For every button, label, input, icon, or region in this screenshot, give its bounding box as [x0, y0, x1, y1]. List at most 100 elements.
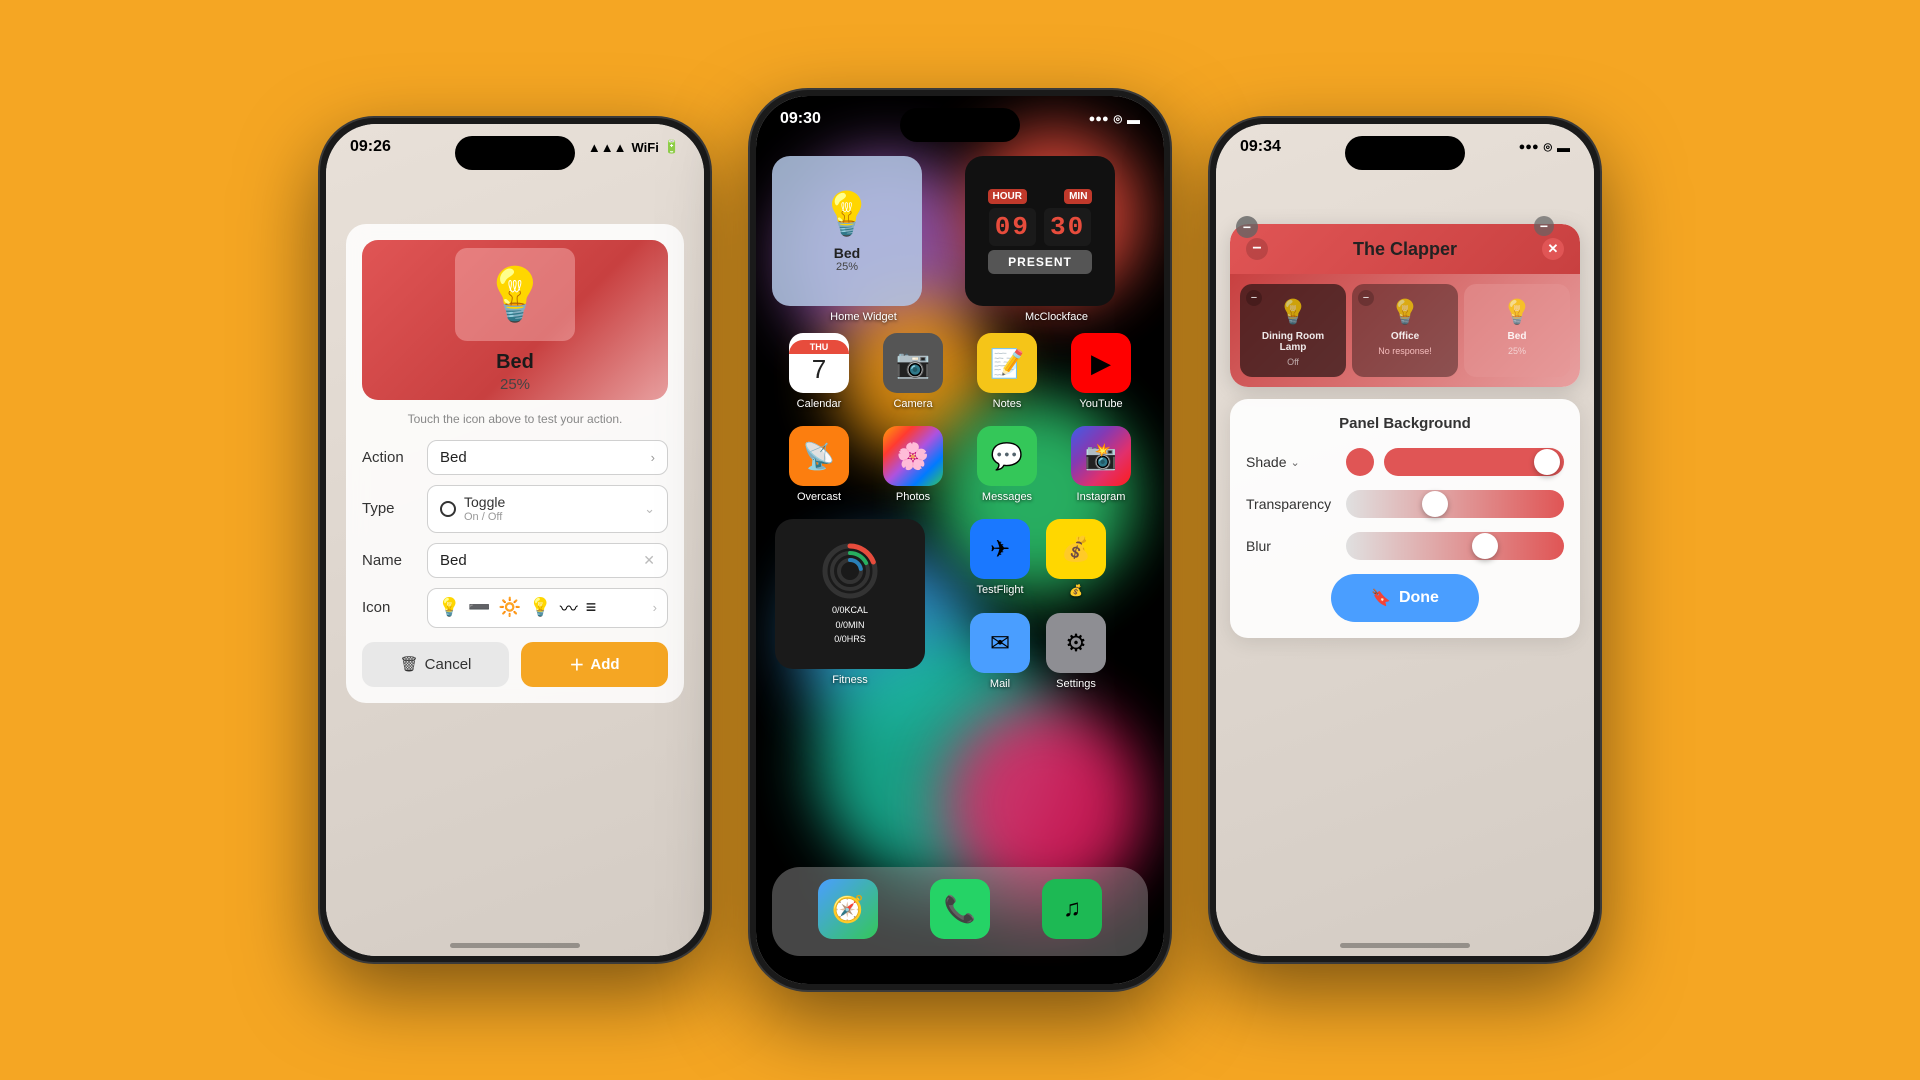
- status-time-1: 09:26: [350, 138, 391, 156]
- icon-bulb-yellow[interactable]: 💡: [438, 597, 460, 618]
- shade-thumb[interactable]: [1534, 449, 1560, 475]
- clock-widget[interactable]: HOUR MIN 09 30 PRESENT McClockface: [965, 156, 1148, 323]
- light-widget-preview[interactable]: 💡 Bed 25%: [362, 240, 668, 400]
- dock-spotify[interactable]: ♫: [1036, 879, 1108, 944]
- calendar-label: Calendar: [797, 398, 842, 410]
- dock-safari[interactable]: 🧭: [812, 879, 884, 944]
- type-row: Type Toggle On / Off ⌄: [362, 485, 668, 533]
- bed-bulb: 💡: [1502, 298, 1532, 327]
- clapper-header-minus[interactable]: −: [1246, 238, 1268, 260]
- app-overcast[interactable]: 📡 Overcast: [783, 426, 855, 503]
- clapper-header: − The Clapper ✕: [1230, 224, 1580, 274]
- icon-minus[interactable]: ➖: [468, 597, 490, 618]
- trash-icon: 🗑: [400, 655, 419, 673]
- name-row: Name Bed ✕: [362, 543, 668, 578]
- dining-bulb: 💡: [1278, 298, 1308, 327]
- add-button[interactable]: ＋ Add: [521, 642, 668, 687]
- icon-bulb-on[interactable]: 💡: [529, 597, 551, 618]
- light-minus-dining[interactable]: −: [1246, 290, 1262, 306]
- blur-label: Blur: [1246, 538, 1336, 554]
- clapper-lights: − 💡 Dining Room Lamp Off − 💡 Office No r…: [1230, 274, 1580, 387]
- clock-labels: HOUR MIN: [975, 189, 1105, 204]
- clapper-close-button[interactable]: ✕: [1542, 238, 1564, 260]
- blur-thumb[interactable]: [1472, 533, 1498, 559]
- money-label: 💰: [1069, 584, 1083, 597]
- type-input[interactable]: Toggle On / Off ⌄: [427, 485, 668, 533]
- cancel-button[interactable]: 🗑 Cancel: [362, 642, 509, 687]
- app-notes[interactable]: 📝 Notes: [971, 333, 1043, 410]
- outer-minus-top[interactable]: −: [1534, 216, 1554, 236]
- action-chevron: ›: [651, 450, 655, 465]
- plus-icon: ＋: [569, 654, 584, 675]
- dynamic-island-3: [1345, 136, 1465, 170]
- min-display: 30: [1044, 208, 1091, 246]
- home-widget-bulb: 💡: [821, 190, 873, 239]
- app-fitness[interactable]: 0/0KCAL0/0MIN0/0HRS Fitness: [814, 519, 886, 686]
- wifi-icon: WiFi: [631, 140, 658, 155]
- clapper-title: The Clapper: [1268, 239, 1542, 260]
- app-mail[interactable]: ✉ Mail: [970, 613, 1030, 690]
- done-button[interactable]: 🔖 Done: [1331, 574, 1479, 622]
- app-calendar[interactable]: THU 7 Calendar: [783, 333, 855, 410]
- transparency-thumb[interactable]: [1422, 491, 1448, 517]
- shade-slider[interactable]: [1384, 448, 1564, 476]
- app-settings[interactable]: ⚙ Settings: [1046, 613, 1106, 690]
- app-youtube[interactable]: ▶ YouTube: [1065, 333, 1137, 410]
- clapper-panel: − The Clapper ✕ − 💡 Dining Room Lamp Off: [1230, 224, 1580, 387]
- overcast-label: Overcast: [797, 491, 841, 503]
- dock-whatsapp[interactable]: 📞: [924, 879, 996, 944]
- office-bulb: 💡: [1390, 298, 1420, 327]
- fitness-icon: 0/0KCAL0/0MIN0/0HRS: [775, 519, 925, 669]
- light-card-office[interactable]: − 💡 Office No response!: [1352, 284, 1458, 377]
- home-widget-label: Home Widget: [772, 311, 955, 323]
- name-input[interactable]: Bed ✕: [427, 543, 668, 578]
- transparency-slider[interactable]: [1346, 490, 1564, 518]
- bulb-icon: 💡: [483, 264, 548, 325]
- fitness-stats: 0/0KCAL0/0MIN0/0HRS: [832, 603, 868, 646]
- min-badge: MIN: [1064, 189, 1092, 204]
- shade-label: Shade ⌄: [1246, 454, 1336, 470]
- app-testflight[interactable]: ✈ TestFlight: [970, 519, 1030, 597]
- battery-icon-2: ▬: [1127, 112, 1140, 127]
- home-widget-name: Bed: [834, 245, 860, 261]
- settings-icon: ⚙: [1046, 613, 1106, 673]
- whatsapp-icon: 📞: [930, 879, 990, 939]
- light-card-bed[interactable]: 💡 Bed 25%: [1464, 284, 1570, 377]
- icon-bulb-outline[interactable]: 🔆: [499, 597, 521, 618]
- app-money[interactable]: 💰 💰: [1046, 519, 1106, 597]
- app-messages[interactable]: 💬 Messages: [971, 426, 1043, 503]
- blur-slider[interactable]: [1346, 532, 1564, 560]
- home-widget[interactable]: 💡 Bed 25% Home Widget: [772, 156, 955, 323]
- add-label: Add: [590, 656, 619, 673]
- calendar-icon: THU 7: [789, 333, 849, 393]
- done-icon: 🔖: [1371, 588, 1391, 608]
- icon-selector[interactable]: 💡 ➖ 🔆 💡 〰 ≡ ›: [427, 588, 668, 628]
- icon-lines[interactable]: ≡: [586, 597, 597, 618]
- bed-brightness: 25%: [1508, 346, 1526, 356]
- light-minus-office[interactable]: −: [1358, 290, 1374, 306]
- icon-wave[interactable]: 〰: [560, 595, 578, 621]
- action-input[interactable]: Bed ›: [427, 440, 668, 475]
- notes-label: Notes: [993, 398, 1022, 410]
- signal-icon-2: ●●●: [1089, 113, 1109, 125]
- app-camera[interactable]: 📷 Camera: [877, 333, 949, 410]
- phone-1: 09:26 ▲▲▲ WiFi 🔋 💡 Bed 25% Touch the ico…: [320, 118, 710, 962]
- toggle-sub: On / Off: [464, 511, 505, 524]
- transparency-row: Transparency: [1246, 490, 1564, 518]
- name-clear[interactable]: ✕: [643, 552, 655, 569]
- instagram-icon: 📸: [1071, 426, 1131, 486]
- instagram-label: Instagram: [1077, 491, 1126, 503]
- app-instagram[interactable]: 📸 Instagram: [1065, 426, 1137, 503]
- signal-icon: ▲▲▲: [588, 140, 627, 155]
- dining-name: Dining Room Lamp: [1248, 331, 1338, 353]
- shade-chevron[interactable]: ⌄: [1290, 456, 1299, 469]
- light-card-dining[interactable]: − 💡 Dining Room Lamp Off: [1240, 284, 1346, 377]
- dynamic-island-1: [455, 136, 575, 170]
- present-button[interactable]: PRESENT: [988, 250, 1092, 274]
- app-photos[interactable]: 🌸 Photos: [877, 426, 949, 503]
- outer-minus-button[interactable]: −: [1236, 216, 1258, 238]
- hint-text: Touch the icon above to test your action…: [362, 412, 668, 426]
- shade-color-dot[interactable]: [1346, 448, 1374, 476]
- youtube-label: YouTube: [1079, 398, 1122, 410]
- testflight-icon: ✈: [970, 519, 1030, 579]
